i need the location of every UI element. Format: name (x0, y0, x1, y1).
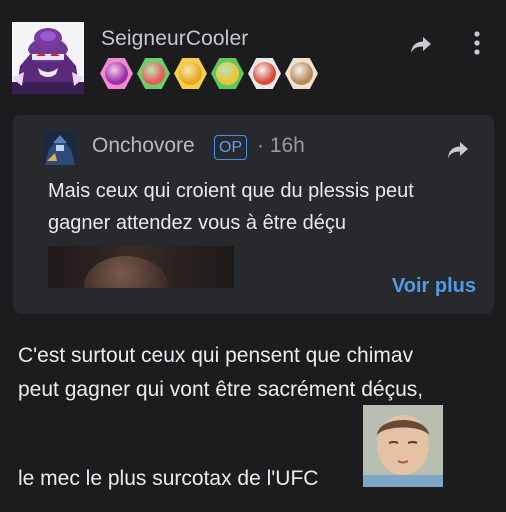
badge-emblem (105, 62, 128, 85)
user-avatar[interactable] (12, 22, 84, 94)
child-face-image (363, 405, 443, 487)
quoted-post[interactable]: Onchovore OP · 16h Mais ceux qui croient… (13, 115, 494, 314)
quote-author-avatar[interactable] (43, 131, 77, 165)
clown-face-badge-icon[interactable] (137, 57, 170, 90)
quote-text: Mais ceux qui croient que du plessis peu… (48, 180, 414, 234)
beer-mug-badge-icon[interactable] (211, 57, 244, 90)
post-text-line-1: C'est surtout ceux qui pensent que chima… (18, 344, 414, 367)
quote-author-name[interactable]: Onchovore (92, 134, 195, 158)
badge-list (100, 57, 318, 90)
see-more-link[interactable]: Voir plus (392, 275, 476, 298)
badge-emblem (142, 62, 165, 85)
quote-avatar-image (43, 131, 77, 165)
more-options-icon[interactable] (466, 28, 488, 58)
share-icon[interactable] (406, 30, 436, 60)
post-text-line-2: peut gagner qui vont être sacrément déçu… (18, 378, 424, 401)
badge-emblem (253, 62, 276, 85)
post-card: SeigneurCooler Onchovore OP · 16h Mais c… (0, 0, 506, 512)
monkey-face-badge-icon[interactable] (285, 57, 318, 90)
quote-image-preview[interactable] (48, 246, 234, 288)
badge-emblem (216, 62, 239, 85)
quote-share-icon[interactable] (443, 137, 473, 163)
chef-badge-icon[interactable] (248, 57, 281, 90)
quote-timestamp: · 16h (257, 134, 305, 157)
badge-emblem (290, 62, 313, 85)
post-embedded-image[interactable] (363, 405, 443, 487)
dizzy-face-badge-icon[interactable] (174, 57, 207, 90)
op-badge: OP (214, 135, 248, 160)
post-text-line-3: le mec le plus surcotax de l'UFC (18, 467, 319, 490)
username[interactable]: SeigneurCooler (101, 27, 248, 51)
spiral-badge-icon[interactable] (100, 57, 133, 90)
avatar-image (12, 22, 84, 94)
badge-emblem (179, 62, 202, 85)
